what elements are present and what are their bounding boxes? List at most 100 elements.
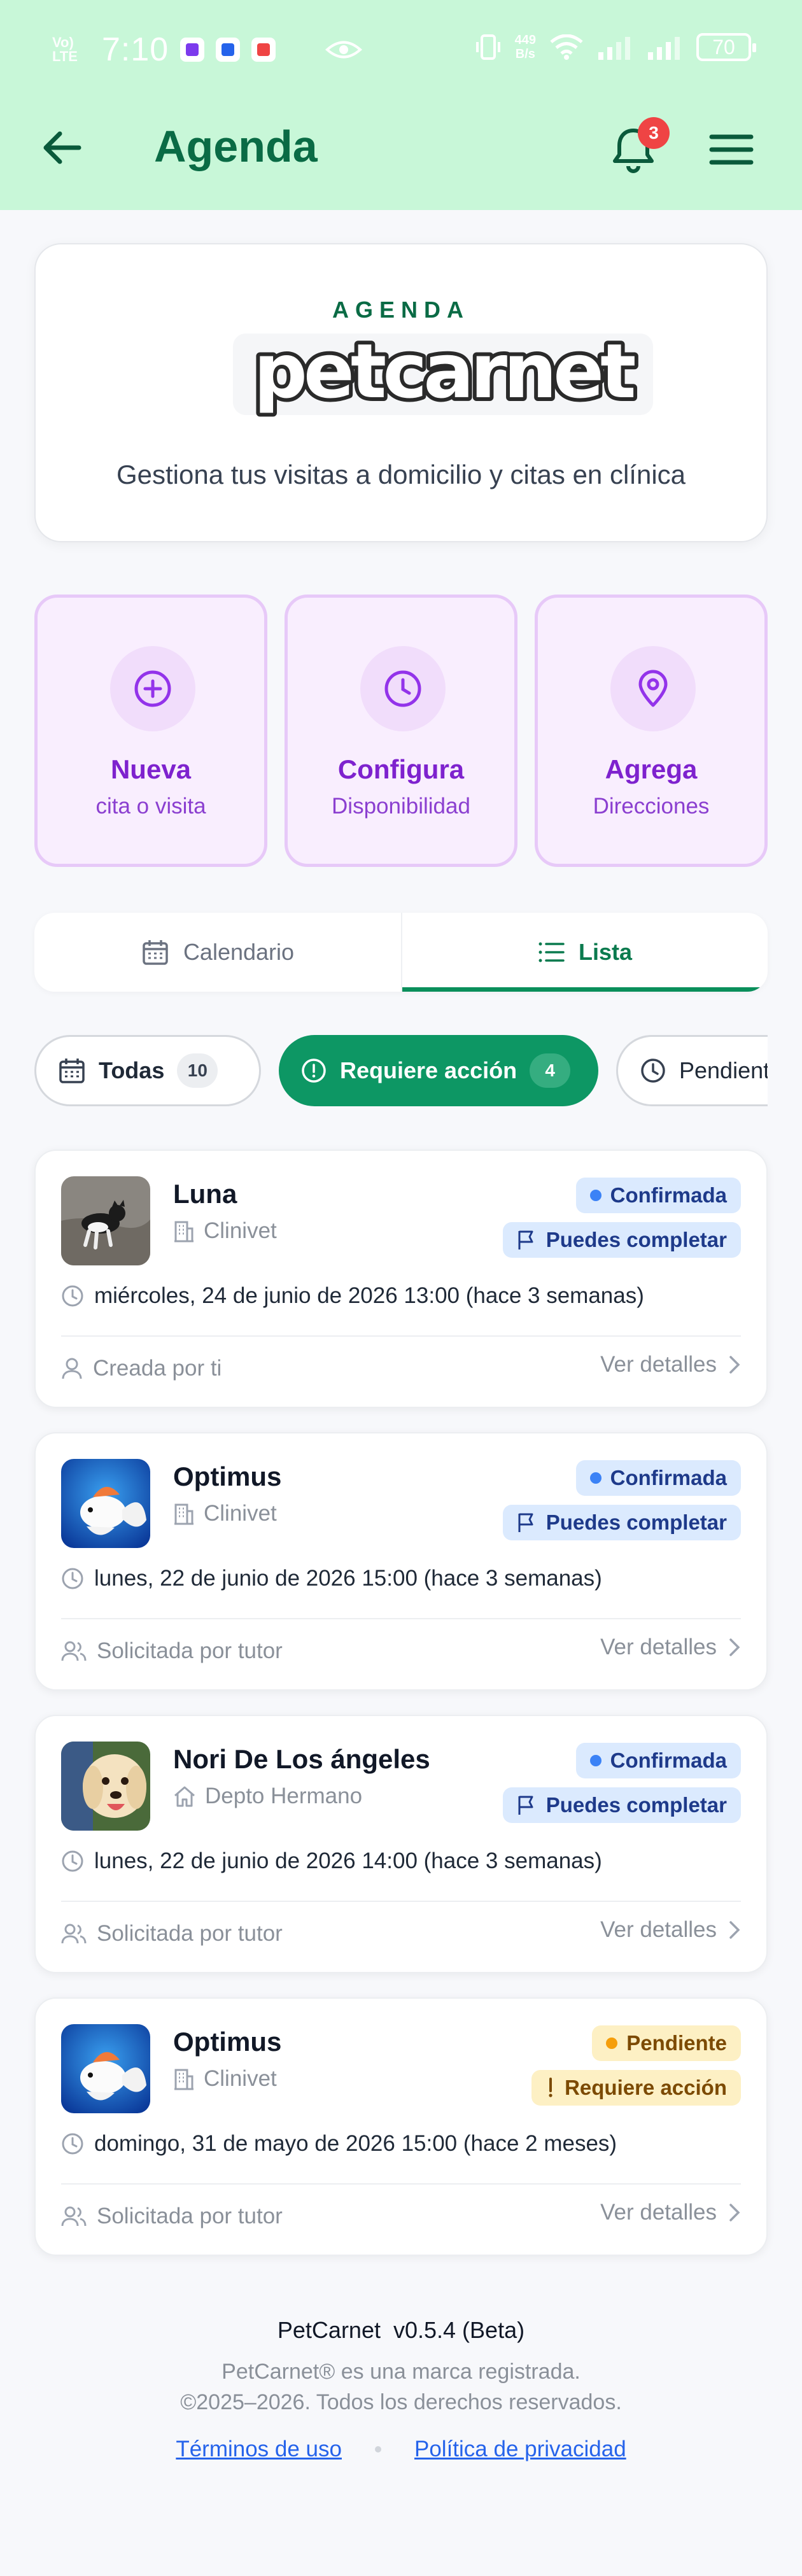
status-label: Pendiente (626, 2031, 727, 2055)
status-badge: Confirmada (575, 1460, 741, 1496)
building-icon (174, 2069, 193, 2090)
view-details-label: Ver detalles (600, 1917, 717, 1942)
add-addresses-button[interactable]: Agrega Direcciones (535, 595, 768, 867)
chevron-right-icon (729, 2204, 740, 2221)
creator-text: Solicitada por tutor (97, 2204, 283, 2228)
status-label: Confirmada (610, 1749, 727, 1772)
agenda-hero-card: AGENDA petcarnet petcarnet Gestiona tus … (34, 243, 768, 542)
appointment-location: Clinivet (173, 1501, 277, 1526)
tab-list[interactable]: Lista (401, 913, 768, 992)
creator-text: Solicitada por tutor (97, 1921, 283, 1946)
filter-requires-action-chip[interactable]: Requiere acción 4 (279, 1035, 598, 1106)
privacy-link[interactable]: Política de privacidad (414, 2437, 626, 2462)
trademark-text: PetCarnet® es una marca registrada. (222, 2360, 580, 2384)
appointment-location: Clinivet (173, 2066, 277, 2092)
creator-text: Creada por ti (93, 1356, 222, 1381)
flag-icon (518, 1513, 533, 1532)
flag-icon (518, 1796, 533, 1815)
footer-legal: PetCarnet® es una marca registrada. ©202… (0, 2356, 802, 2418)
pet-photo (61, 1176, 150, 1265)
page-title: Agenda (154, 122, 318, 171)
building-icon (174, 1503, 193, 1525)
location-name: Clinivet (204, 1501, 277, 1526)
notifications-button[interactable]: 3 (605, 117, 670, 178)
list-icon (538, 942, 565, 962)
users-icon (61, 1924, 87, 1944)
clock-icon (62, 2133, 83, 2155)
hero-kicker: AGENDA (332, 297, 470, 323)
filter-pending-chip[interactable]: Pendientes (616, 1035, 768, 1106)
clock-icon (384, 670, 421, 707)
view-details-link[interactable]: Ver detalles (600, 1917, 741, 1943)
alert-circle-icon (302, 1059, 326, 1083)
pet-photo (61, 1742, 150, 1831)
tile-title: Agrega (605, 754, 698, 784)
eye-icon (325, 41, 363, 59)
location-name: Clinivet (204, 2066, 277, 2091)
tile-subtitle: Disponibilidad (332, 794, 470, 819)
action-tag-label: Requiere acción (565, 2076, 727, 2099)
view-details-link[interactable]: Ver detalles (600, 2200, 741, 2225)
exclamation-icon (549, 2078, 552, 2097)
status-dot (589, 1472, 602, 1484)
tab-calendar-label: Calendario (183, 939, 295, 965)
appointment-card[interactable]: Optimus Clinivet Pendiente Requiere acci… (34, 1997, 768, 2256)
terms-link[interactable]: Términos de uso (176, 2437, 342, 2462)
appointment-card[interactable]: Luna Clinivet Confirmada Puedes completa… (34, 1150, 768, 1408)
appointment-card[interactable]: Nori De Los ángeles Depto Hermano Confir… (34, 1715, 768, 1973)
filter-all-count: 10 (177, 1053, 218, 1088)
action-tag-label: Puedes completar (545, 1510, 727, 1534)
calendar-icon (59, 1059, 85, 1083)
tab-calendar[interactable]: Calendario (34, 913, 401, 992)
status-badge: Confirmada (575, 1743, 741, 1778)
clock-icon (62, 1568, 83, 1589)
chevron-right-icon (729, 1638, 740, 1656)
pet-name: Nori De Los ángeles (173, 1744, 430, 1774)
new-appointment-button[interactable]: Nueva cita o visita (34, 595, 267, 867)
appointment-card[interactable]: Optimus Clinivet Confirmada Puedes compl… (34, 1432, 768, 1691)
page-footer: PetCarnet v0.5.4 (Beta) PetCarnet® es un… (0, 2317, 802, 2462)
location-name: Depto Hermano (205, 1784, 363, 1808)
status-label: Confirmada (610, 1183, 727, 1207)
filter-chips: Todas 10 Requiere acción 4 Pendientes (0, 1018, 768, 1120)
action-tag-label: Puedes completar (545, 1228, 727, 1251)
divider (61, 1618, 741, 1619)
filter-all-chip[interactable]: Todas 10 (34, 1035, 261, 1106)
pet-name: Optimus (173, 2027, 282, 2057)
pet-name: Luna (173, 1179, 237, 1209)
vibrate-icon (475, 34, 500, 60)
datetime-text: miércoles, 24 de junio de 2026 13:00 (ha… (94, 1283, 644, 1308)
datetime-text: domingo, 31 de mayo de 2026 15:00 (hace … (94, 2131, 617, 2156)
action-tag-badge: Requiere acción (531, 2070, 741, 2106)
tab-list-label: Lista (578, 939, 633, 965)
view-details-link[interactable]: Ver detalles (600, 1352, 741, 1377)
appointment-datetime: lunes, 22 de junio de 2026 15:00 (hace 3… (61, 1566, 602, 1591)
active-tab-indicator (402, 987, 768, 992)
datetime-text: lunes, 22 de junio de 2026 15:00 (hace 3… (94, 1566, 602, 1591)
back-button[interactable] (36, 122, 87, 173)
hamburger-menu-icon (709, 134, 754, 165)
status-badge: Pendiente (592, 2025, 741, 2061)
notification-badge: 3 (638, 117, 670, 149)
menu-button[interactable] (703, 121, 760, 178)
petcarnet-logo: petcarnet petcarnet (233, 323, 653, 419)
clock-icon (62, 1850, 83, 1872)
tile-title: Configura (337, 754, 465, 784)
pet-photo (61, 1459, 150, 1548)
tile-icon-circle (360, 646, 446, 731)
clock-icon (641, 1059, 665, 1083)
datetime-text: lunes, 22 de junio de 2026 14:00 (hace 3… (94, 1848, 602, 1873)
appointment-creator: Creada por ti (61, 1356, 222, 1381)
appointment-creator: Solicitada por tutor (61, 1638, 283, 1664)
action-tag-badge: Puedes completar (502, 1222, 741, 1258)
action-tag-badge: Puedes completar (502, 1787, 741, 1823)
location-name: Clinivet (204, 1218, 277, 1243)
calendar-icon (143, 940, 168, 965)
configure-availability-button[interactable]: Configura Disponibilidad (285, 595, 517, 867)
view-details-link[interactable]: Ver detalles (600, 1635, 741, 1660)
flag-icon (518, 1230, 533, 1249)
volte-indicator: Vo) LTE (52, 34, 78, 64)
status-dot (606, 2038, 618, 2049)
network-speed: 449 B/s (515, 33, 536, 61)
app-header: Vo) LTE 7:10 449 B/s 70 Agenda 3 (0, 0, 802, 210)
